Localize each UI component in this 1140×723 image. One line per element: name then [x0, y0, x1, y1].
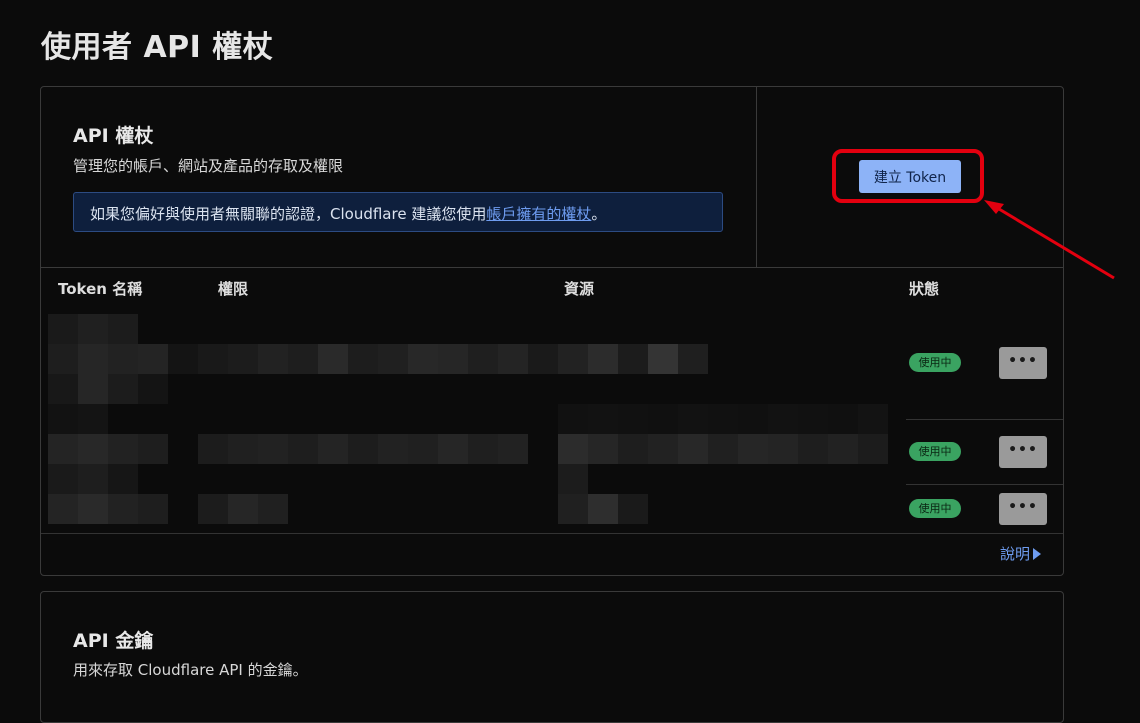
- highlight-annotation-box: [832, 149, 984, 203]
- column-header-status: 狀態: [909, 280, 940, 298]
- redacted-permissions: [198, 434, 528, 464]
- redacted-token-name: [48, 404, 108, 434]
- redacted-token-name: [48, 464, 138, 494]
- keys-section-title: API 金鑰: [73, 630, 154, 652]
- redacted-token-name: [48, 494, 168, 524]
- tokens-card-header-left: API 權杖 管理您的帳戶、網站及產品的存取及權限 如果您偏好與使用者無關聯的認…: [41, 87, 757, 267]
- redacted-permissions: [198, 494, 288, 524]
- redacted-token-name: [48, 374, 168, 404]
- redacted-token-name: [48, 344, 558, 374]
- status-badge: 使用中: [909, 499, 961, 518]
- column-header-resources: 資源: [564, 280, 595, 298]
- api-keys-card: API 金鑰 用來存取 Cloudflare API 的金鑰。: [40, 591, 1064, 723]
- info-banner: 如果您偏好與使用者無關聯的認證，Cloudflare 建議您使用帳戶擁有的權杖。: [73, 192, 723, 232]
- table-footer-divider: [41, 533, 1063, 534]
- account-owned-tokens-link[interactable]: 帳戶擁有的權杖: [486, 205, 591, 223]
- redacted-resource: [558, 404, 888, 434]
- row-actions-button[interactable]: •••: [999, 347, 1047, 379]
- redacted-resource: [558, 494, 648, 524]
- status-badge: 使用中: [909, 353, 961, 372]
- row-divider: [906, 419, 1063, 420]
- row-actions-button[interactable]: •••: [999, 493, 1047, 525]
- help-link[interactable]: 說明: [1000, 543, 1042, 564]
- status-badge: 使用中: [909, 442, 961, 461]
- redacted-resource: [558, 434, 888, 464]
- redacted-token-name: [48, 314, 138, 344]
- column-header-name: Token 名稱: [58, 280, 143, 298]
- redacted-token-name: [48, 434, 168, 464]
- info-banner-text: 如果您偏好與使用者無關聯的認證，Cloudflare 建議您使用帳戶擁有的權杖。: [90, 203, 606, 224]
- caret-right-icon: [1033, 548, 1042, 560]
- help-link-label: 說明: [1000, 545, 1031, 563]
- annotation-arrow-icon: [984, 200, 1115, 280]
- tokens-section-description: 管理您的帳戶、網站及產品的存取及權限: [73, 157, 344, 175]
- redacted-resource: [558, 344, 708, 374]
- page-title: 使用者 API 權杖: [41, 30, 274, 65]
- row-actions-button[interactable]: •••: [999, 436, 1047, 468]
- keys-section-description: 用來存取 Cloudflare API 的金鑰。: [73, 661, 308, 679]
- info-banner-suffix: 。: [591, 205, 607, 223]
- row-divider: [906, 484, 1063, 485]
- redacted-resource: [558, 464, 588, 494]
- tokens-section-title: API 權杖: [73, 125, 154, 147]
- column-header-permissions: 權限: [218, 280, 249, 298]
- info-banner-message: 如果您偏好與使用者無關聯的認證，Cloudflare 建議您使用: [90, 205, 487, 223]
